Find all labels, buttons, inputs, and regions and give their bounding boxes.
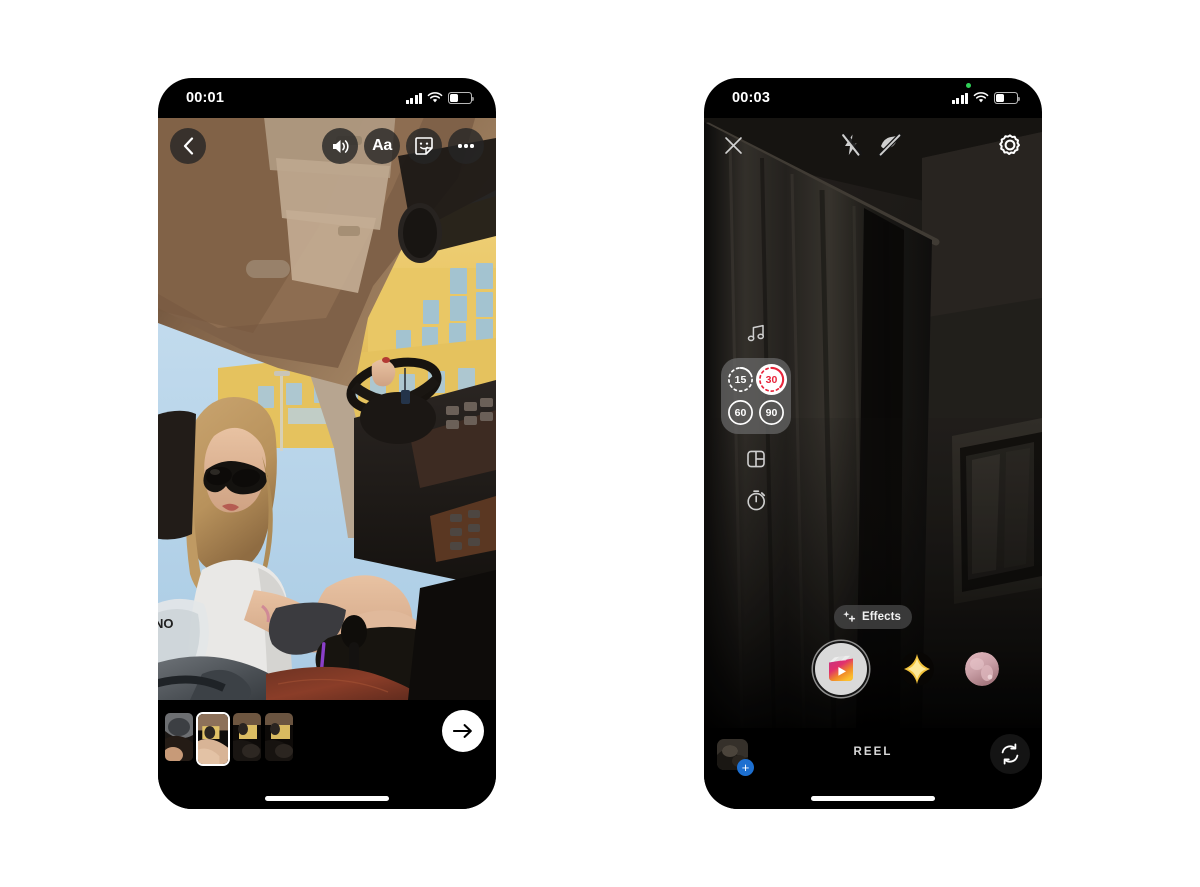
story-bottom-bar xyxy=(158,700,496,809)
status-bar-right: 00:03 xyxy=(704,78,1042,118)
wifi-icon xyxy=(427,92,443,103)
sparkle-plus-icon xyxy=(843,611,856,622)
status-indicators xyxy=(951,92,1021,104)
wifi-icon xyxy=(973,92,989,103)
mode-label-reel[interactable]: REEL xyxy=(853,746,892,758)
flash-off-icon xyxy=(841,133,862,156)
shutter-left-spacer xyxy=(748,652,782,686)
layout-button[interactable] xyxy=(741,444,771,474)
camera-mid-tools xyxy=(743,133,998,157)
sticker-smiley-icon xyxy=(415,137,433,155)
timer-stopwatch-icon xyxy=(746,490,765,511)
duration-label-30: 30 xyxy=(765,373,778,386)
filmstrip-thumb-4[interactable] xyxy=(265,713,293,761)
duration-option-90[interactable]: 90 xyxy=(757,398,786,427)
filmstrip-thumb-1[interactable] xyxy=(165,713,193,761)
sticker-button[interactable] xyxy=(406,128,442,164)
text-tool-button[interactable]: Aa xyxy=(364,128,400,164)
story-toolbar: Aa xyxy=(158,123,496,169)
effect-pink-portrait[interactable] xyxy=(964,652,999,686)
camera-shutter-row xyxy=(704,639,1042,699)
gallery-button[interactable]: + xyxy=(717,739,754,776)
duration-option-30-selected[interactable]: 30 xyxy=(756,364,787,395)
duration-label-90: 90 xyxy=(765,406,778,419)
status-bar-left: 00:01 xyxy=(158,78,496,118)
flash-toggle-button[interactable] xyxy=(840,133,862,157)
next-button[interactable] xyxy=(442,710,484,752)
gallery-add-badge: + xyxy=(737,759,754,776)
effects-label: Effects xyxy=(861,611,902,623)
reels-clapperboard-icon xyxy=(828,655,853,681)
close-x-icon xyxy=(725,136,742,154)
filmstrip-thumb-3[interactable] xyxy=(233,713,261,761)
status-time: 00:01 xyxy=(186,90,225,106)
status-time: 00:03 xyxy=(732,90,771,106)
layout-grid-icon xyxy=(747,450,765,468)
duration-selector: 15 30 60 90 xyxy=(721,358,791,434)
thumb-image-4 xyxy=(265,713,293,761)
camera-toolbar xyxy=(704,123,1042,167)
timer-button[interactable] xyxy=(741,485,771,515)
clip-filmstrip xyxy=(165,712,293,766)
more-options-button[interactable] xyxy=(448,128,484,164)
back-button[interactable] xyxy=(170,128,206,164)
duration-label-15: 15 xyxy=(734,373,747,386)
sound-toggle-button[interactable] xyxy=(322,128,358,164)
duration-label-60: 60 xyxy=(734,406,747,419)
music-note-icon xyxy=(747,324,765,342)
battery-icon xyxy=(994,92,1021,104)
gear-settings-icon xyxy=(999,134,1020,155)
home-indicator-right xyxy=(811,796,935,801)
battery-icon xyxy=(448,92,475,104)
camera-side-tools: 15 30 60 90 xyxy=(721,318,791,515)
duration-option-15[interactable]: 15 xyxy=(726,365,755,394)
filter-off-icon xyxy=(877,133,902,157)
flip-camera-button[interactable] xyxy=(990,734,1030,774)
music-button[interactable] xyxy=(741,318,771,348)
arrow-right-icon xyxy=(453,724,472,738)
speaker-volume-icon xyxy=(332,139,349,153)
settings-button[interactable] xyxy=(998,133,1022,157)
flip-camera-icon xyxy=(1001,743,1019,765)
status-indicators xyxy=(405,92,475,104)
chevron-left-icon xyxy=(183,137,193,155)
car-interior-photo: NO xyxy=(158,118,496,700)
thumb-image-3 xyxy=(233,713,261,761)
duration-option-60[interactable]: 60 xyxy=(726,398,755,427)
story-tools: Aa xyxy=(322,128,484,164)
more-options-icon xyxy=(458,144,474,148)
story-media-preview[interactable]: NO xyxy=(158,118,496,700)
phone-story-editor: NO 00:01 Aa xyxy=(158,78,496,809)
text-tool-label: Aa xyxy=(372,137,392,154)
home-indicator-left xyxy=(265,796,389,801)
record-button[interactable] xyxy=(812,641,869,697)
filmstrip-thumb-2-selected[interactable] xyxy=(196,712,230,766)
filter-toggle-button[interactable] xyxy=(877,133,902,157)
phone-reels-camera: 00:03 15 30 60 90 Effects + REEL xyxy=(704,78,1042,809)
signal-bars-icon xyxy=(405,92,422,104)
thumb-image-1 xyxy=(165,713,193,761)
thumb-image-2 xyxy=(198,714,228,764)
effects-button[interactable]: Effects xyxy=(833,605,913,629)
signal-bars-icon xyxy=(951,92,968,104)
effect-sparkle-gold[interactable] xyxy=(899,652,934,686)
svg-text:NO: NO xyxy=(158,616,174,631)
close-button[interactable] xyxy=(724,136,743,155)
